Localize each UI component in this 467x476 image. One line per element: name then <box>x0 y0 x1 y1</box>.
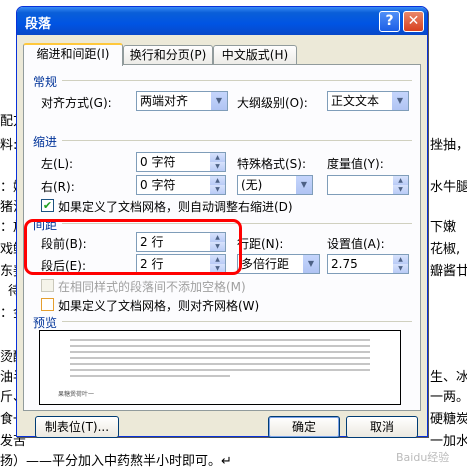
left-indent-spinner[interactable]: 0 字符 ▲ ▼ <box>136 152 226 172</box>
spin-up-icon[interactable]: ▲ <box>393 176 408 185</box>
doc-line: 料: <box>0 138 18 153</box>
auto-right-indent-label: 如果定义了文档网格，则自动调整右缩进(D) <box>58 200 293 214</box>
section-preview: 预览 <box>33 316 58 330</box>
preview-line <box>70 339 370 341</box>
measure-spinner[interactable]: ▲ ▼ <box>327 175 409 195</box>
doc-line-right: 挫抽，豆 <box>430 138 467 153</box>
section-divider <box>62 321 412 322</box>
alignment-label: 对齐方式(G): <box>41 96 112 110</box>
outline-level-select[interactable]: 正文文本 ▼ <box>327 91 409 111</box>
spin-up-icon[interactable]: ▲ <box>210 176 225 185</box>
outline-level-value: 正文文本 <box>331 94 380 108</box>
tab-asian-typography[interactable]: 中文版式(H) <box>213 45 297 65</box>
outline-level-label: 大纲级别(O): <box>237 96 308 110</box>
measure-label: 度量值(Y): <box>327 157 384 171</box>
space-before-value: 2 行 <box>140 235 164 249</box>
left-indent-value: 0 字符 <box>140 155 176 169</box>
doc-line: 扬）——平分加入中药熬半小时即可。↵ <box>0 454 232 469</box>
preview-sample-text: 果糖煲荷叶一 <box>58 391 95 398</box>
preview-line <box>70 375 230 377</box>
chevron-down-icon[interactable]: ▼ <box>391 92 408 110</box>
doc-line-right: 一加水 <box>430 434 467 449</box>
doc-line-right: 瓣酱廿 <box>430 264 467 279</box>
snap-to-grid-checkbox[interactable] <box>41 298 54 311</box>
line-spacing-select[interactable]: 多倍行距 ▼ <box>237 254 320 274</box>
chevron-down-icon[interactable]: ▼ <box>302 255 319 273</box>
doc-line-right: 下嫩 <box>430 220 457 235</box>
close-button[interactable]: ✕ <box>403 11 424 32</box>
spin-up-icon[interactable]: ▲ <box>210 255 225 264</box>
doc-line-right: 水牛腿 <box>430 180 467 195</box>
section-divider <box>62 223 412 224</box>
doc-line-right: 花椒, <box>430 242 461 257</box>
spin-up-icon[interactable]: ▲ <box>393 255 408 264</box>
space-before-label: 段前(B): <box>41 237 87 251</box>
paragraph-dialog: 段落 ? ✕ 缩进和间距(I) 换行和分页(P) 中文版式(H) 常规 对齐方式… <box>16 6 428 438</box>
preview-box: 果糖煲荷叶一 <box>39 330 401 405</box>
section-divider <box>62 140 412 141</box>
special-format-value: (无) <box>241 178 263 192</box>
dialog-title: 段落 <box>25 17 52 32</box>
chevron-down-icon[interactable]: ▼ <box>210 92 227 110</box>
right-indent-spinner[interactable]: 0 字符 ▲ ▼ <box>136 175 226 195</box>
spin-up-icon[interactable]: ▲ <box>210 233 225 242</box>
doc-line-right: 生、冰糖 <box>430 370 467 385</box>
alignment-select[interactable]: 两端对齐 ▼ <box>136 91 228 111</box>
spin-up-icon[interactable]: ▲ <box>210 153 225 162</box>
special-format-select[interactable]: (无) ▼ <box>237 175 313 195</box>
setting-value-spinner[interactable]: 2.75 ▲ ▼ <box>327 254 409 274</box>
snap-to-grid-label: 如果定义了文档网格，则对齐网格(W) <box>58 299 260 313</box>
chevron-down-icon[interactable]: ▼ <box>295 176 312 194</box>
special-format-label: 特殊格式(S): <box>237 157 307 171</box>
setting-value: 2.75 <box>331 257 358 271</box>
space-after-label: 段后(E): <box>41 259 86 273</box>
watermark: Baidu经验 <box>396 451 450 464</box>
help-button[interactable]: ? <box>379 11 400 32</box>
auto-right-indent-checkbox[interactable]: ✔ <box>41 199 54 212</box>
preview-line <box>70 345 370 347</box>
tab-indent-spacing[interactable]: 缩进和间距(I) <box>23 43 123 66</box>
cancel-button[interactable]: 取消 <box>346 416 418 438</box>
section-divider <box>62 80 412 81</box>
space-after-value: 2 行 <box>140 257 164 271</box>
left-indent-label: 左(L): <box>41 157 74 171</box>
spin-down-icon[interactable]: ▼ <box>393 264 408 273</box>
spin-down-icon[interactable]: ▼ <box>210 264 225 273</box>
spin-down-icon[interactable]: ▼ <box>210 162 225 171</box>
preview-line <box>70 363 370 365</box>
alignment-value: 两端对齐 <box>140 94 189 108</box>
dialog-titlebar[interactable]: 段落 ? ✕ <box>17 7 427 35</box>
line-spacing-label: 行距(N): <box>237 237 284 251</box>
doc-line-right: 一两。↵ <box>430 390 467 405</box>
right-indent-value: 0 字符 <box>140 178 176 192</box>
space-before-spinner[interactable]: 2 行 ▲ ▼ <box>136 232 226 252</box>
setting-value-label: 设置值(A): <box>327 237 385 251</box>
line-spacing-value: 多倍行距 <box>241 257 290 271</box>
right-indent-label: 右(R): <box>41 180 75 194</box>
ok-button[interactable]: 确定 <box>268 416 340 438</box>
section-spacing: 间距 <box>33 218 58 232</box>
no-space-same-style-checkbox[interactable] <box>41 279 54 292</box>
section-indent: 缩进 <box>33 135 58 149</box>
no-space-same-style-label: 在相同样式的段落间不添加空格(M) <box>58 280 246 294</box>
tabs-button[interactable]: 制表位(T)... <box>35 416 119 438</box>
space-after-spinner[interactable]: 2 行 ▲ ▼ <box>136 254 226 274</box>
section-general: 常规 <box>33 75 58 89</box>
indent-spacing-panel: 常规 对齐方式(G): 两端对齐 ▼ 大纲级别(O): 正文文本 ▼ 缩进 左(… <box>23 64 421 411</box>
doc-line-right: 硬糖炭化 <box>430 412 467 427</box>
preview-line <box>70 351 370 353</box>
tab-line-page-breaks[interactable]: 换行和分页(P) <box>123 45 213 65</box>
preview-line <box>70 369 370 371</box>
spin-down-icon[interactable]: ▼ <box>210 185 225 194</box>
spin-down-icon[interactable]: ▼ <box>393 185 408 194</box>
spin-down-icon[interactable]: ▼ <box>210 242 225 251</box>
preview-line <box>70 357 370 359</box>
